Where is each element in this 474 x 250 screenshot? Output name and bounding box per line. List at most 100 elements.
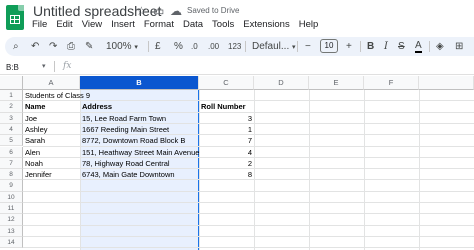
number-format-button[interactable]: 123: [228, 40, 241, 53]
column-header-e[interactable]: E: [309, 76, 364, 90]
table-cell-roll[interactable]: 8: [199, 169, 252, 180]
undo-icon[interactable]: ↶: [31, 40, 39, 53]
row-header[interactable]: 8: [0, 169, 23, 181]
table-cell-address[interactable]: 151, Heathway Street Main Avenue: [82, 147, 199, 158]
column-header-c[interactable]: C: [199, 76, 254, 90]
cloud-saved-icon: ☁: [170, 4, 182, 18]
row-header[interactable]: 13: [0, 225, 23, 237]
menu-tools[interactable]: Tools: [212, 19, 234, 31]
row-header[interactable]: 12: [0, 214, 23, 226]
redo-icon[interactable]: ↷: [49, 40, 57, 53]
name-box[interactable]: B:B: [6, 63, 19, 72]
menu-view[interactable]: View: [82, 19, 102, 31]
grid-line: [23, 213, 474, 215]
column-header-a[interactable]: A: [23, 76, 80, 90]
saved-status: Saved to Drive: [187, 6, 240, 15]
cell-a1[interactable]: Students of Class 9: [25, 90, 90, 101]
grid-line: [254, 90, 255, 250]
table-cell-name[interactable]: Noah: [25, 158, 79, 169]
strikethrough-icon[interactable]: S: [398, 40, 405, 53]
print-icon[interactable]: ⎙: [67, 40, 75, 53]
table-cell-name[interactable]: Sarah: [25, 135, 79, 146]
decrease-font-size-icon[interactable]: −: [305, 40, 311, 53]
row-header[interactable]: 14: [0, 236, 23, 249]
sheets-logo[interactable]: [6, 5, 24, 30]
table-cell-roll[interactable]: 1: [199, 124, 252, 135]
text-color-icon[interactable]: A: [415, 40, 422, 53]
formula-bar-border: [0, 74, 474, 75]
grid-line: [23, 202, 474, 203]
column-header-b[interactable]: B: [80, 76, 199, 90]
percent-button[interactable]: %: [174, 40, 183, 53]
table-cell-roll[interactable]: 2: [199, 158, 252, 169]
spreadsheet-grid[interactable]: A B C D E F 1 2 3 4 5 6 7 8 9 10 11 12 13 14 Students…: [0, 76, 474, 250]
row-header[interactable]: 3: [0, 112, 23, 124]
zoom-select[interactable]: 100% ▾: [106, 40, 138, 54]
toolbar: ⌕ ↶ ↷ ⎙ ✎ 100% ▾ £ % .0 .00 123 Defaul..…: [5, 37, 474, 56]
cell-a2[interactable]: Name: [25, 101, 45, 112]
table-cell-address[interactable]: 78, Highway Road Central: [82, 158, 198, 169]
fill-color-icon[interactable]: ◈: [436, 40, 444, 53]
star-icon[interactable]: ☆: [136, 4, 147, 18]
cell-b2[interactable]: Address: [82, 101, 112, 112]
table-cell-address[interactable]: 6743, Main Gate Downtown: [82, 169, 198, 180]
chevron-down-icon: ▾: [134, 44, 138, 51]
formula-divider: [54, 61, 55, 72]
font-select[interactable]: Defaul... ▾: [252, 40, 296, 54]
row-header[interactable]: 1: [0, 90, 23, 102]
grid-line: [23, 224, 474, 226]
borders-icon[interactable]: ⊞: [455, 40, 463, 53]
grid-line: [23, 247, 474, 249]
chevron-down-icon[interactable]: ▾: [42, 62, 46, 70]
row-header[interactable]: 9: [0, 180, 23, 192]
menu-file[interactable]: File: [32, 19, 47, 31]
table-cell-name[interactable]: Jennifer: [25, 169, 79, 180]
table-cell-name[interactable]: Joe: [25, 113, 79, 124]
italic-icon[interactable]: I: [384, 40, 388, 53]
cell-c2[interactable]: Roll Number: [201, 101, 246, 112]
row-header[interactable]: 4: [0, 123, 23, 136]
column-header-d[interactable]: D: [254, 76, 309, 90]
column-header-f[interactable]: F: [364, 76, 419, 90]
row-header[interactable]: 5: [0, 135, 23, 147]
table-cell-address[interactable]: 1667 Reeding Main Street: [82, 124, 198, 135]
font-value: Defaul...: [252, 41, 290, 52]
decrease-decimal-button[interactable]: .0: [191, 40, 198, 53]
search-menus-icon[interactable]: ⌕: [13, 40, 19, 53]
menu-extensions[interactable]: Extensions: [243, 19, 289, 31]
table-cell-roll[interactable]: 7: [199, 135, 252, 146]
move-folder-icon[interactable]: ▭: [153, 4, 164, 18]
table-cell-roll[interactable]: 4: [199, 147, 252, 158]
table-cell-address[interactable]: 15, Lee Road Farm Town: [82, 113, 198, 124]
column-header-g[interactable]: [419, 76, 474, 90]
table-cell-name[interactable]: Alen: [25, 147, 79, 158]
grid-line: [419, 90, 420, 250]
select-all-corner[interactable]: [0, 76, 23, 90]
menu-help[interactable]: Help: [299, 19, 319, 31]
toolbar-divider: [148, 41, 149, 52]
grid-line: [364, 90, 365, 250]
grid-line: [23, 190, 474, 192]
currency-button[interactable]: £: [155, 40, 161, 53]
table-cell-address[interactable]: 8772, Downtown Road Block B: [82, 135, 198, 146]
row-header[interactable]: 7: [0, 157, 23, 170]
menu-bar: File Edit View Insert Format Data Tools …: [32, 19, 318, 31]
row-header[interactable]: 10: [0, 191, 23, 203]
bold-icon[interactable]: B: [367, 40, 374, 53]
grid-line: [80, 90, 81, 250]
menu-insert[interactable]: Insert: [111, 19, 135, 31]
table-cell-roll[interactable]: 3: [199, 113, 252, 124]
row-header[interactable]: 11: [0, 203, 23, 215]
font-size-input[interactable]: 10: [320, 39, 338, 53]
table-cell-name[interactable]: Ashley: [25, 124, 79, 135]
menu-format[interactable]: Format: [144, 19, 174, 31]
fx-icon: fx: [63, 61, 72, 71]
increase-font-size-icon[interactable]: +: [346, 40, 352, 53]
toolbar-divider: [360, 41, 361, 52]
menu-data[interactable]: Data: [183, 19, 203, 31]
increase-decimal-button[interactable]: .00: [208, 40, 219, 53]
row-header[interactable]: 2: [0, 101, 23, 113]
paint-format-icon[interactable]: ✎: [85, 40, 93, 53]
row-header[interactable]: 6: [0, 146, 23, 158]
menu-edit[interactable]: Edit: [56, 19, 72, 31]
